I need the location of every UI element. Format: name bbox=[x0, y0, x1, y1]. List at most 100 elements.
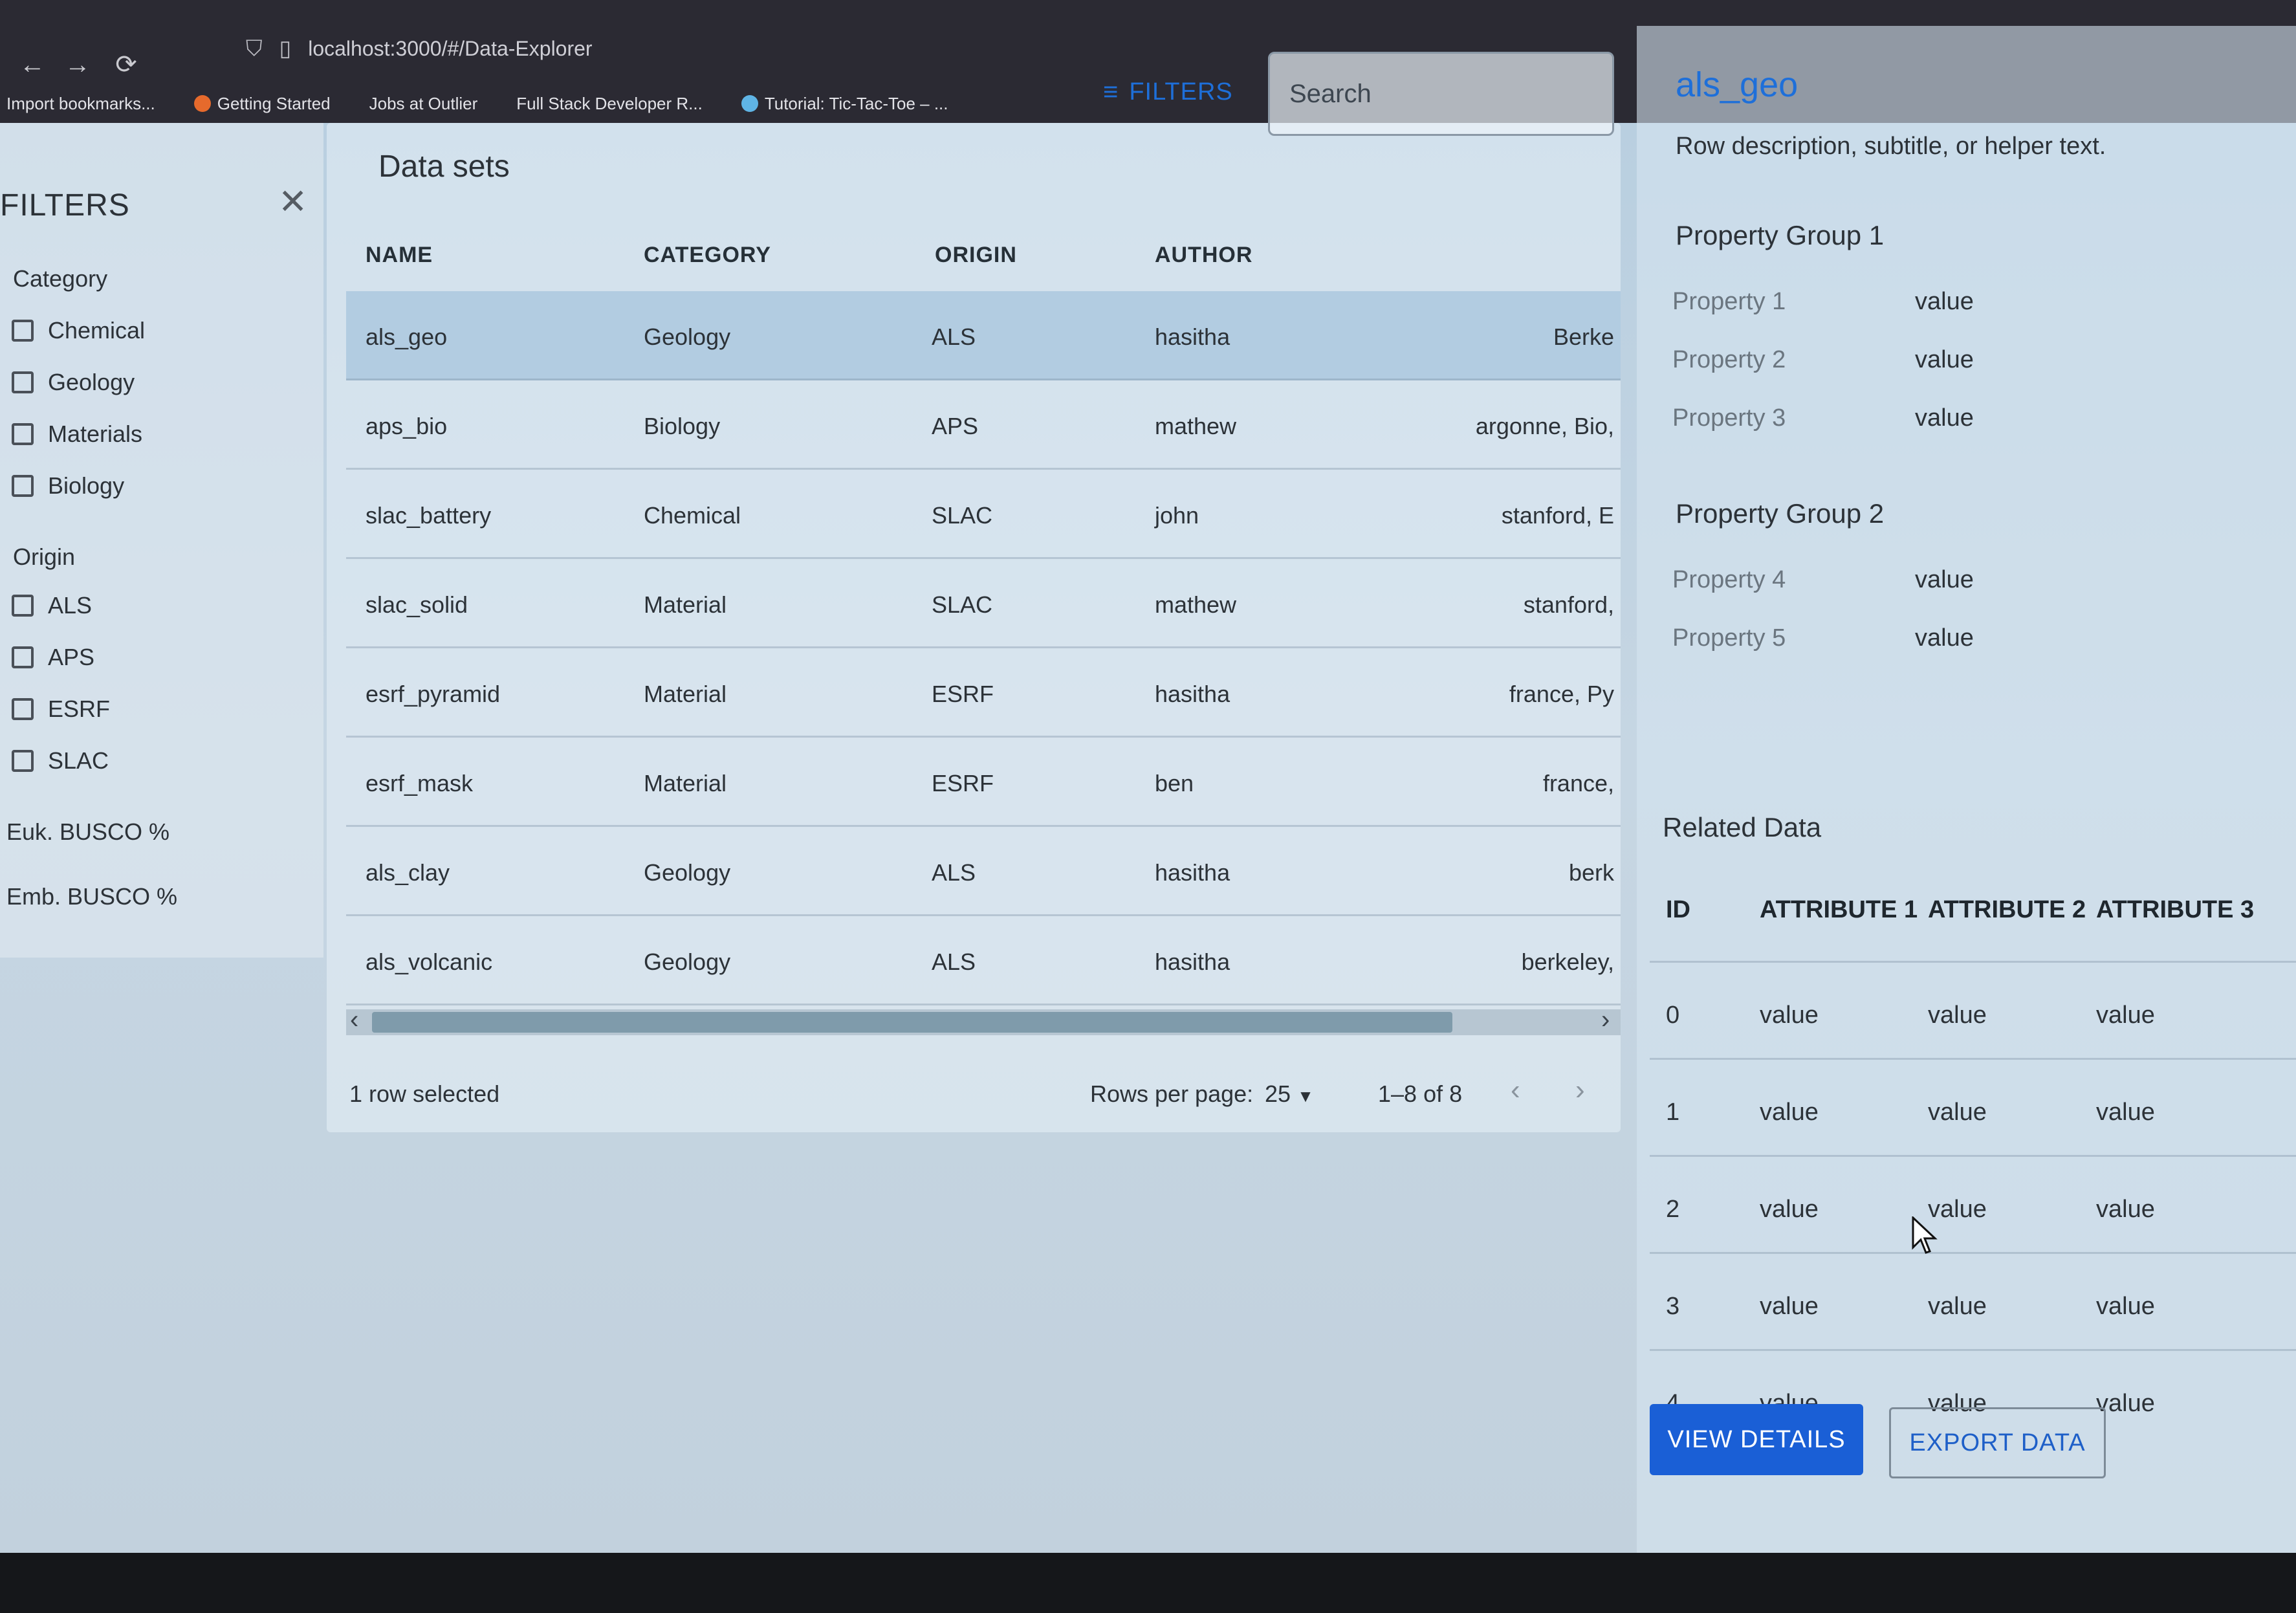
table-row[interactable]: aps_bio Biology APS mathew argonne, Bio, bbox=[346, 380, 1621, 470]
table-row[interactable]: esrf_mask Material ESRF ben france, bbox=[346, 738, 1621, 827]
table-row[interactable]: als_clay Geology ALS hasitha berk bbox=[346, 827, 1621, 916]
scroll-right-icon[interactable]: › bbox=[1601, 1005, 1610, 1035]
scrollbar-thumb[interactable] bbox=[372, 1012, 1452, 1033]
bookmark-label: Jobs at Outlier bbox=[369, 93, 478, 113]
cell-author: hasitha bbox=[1155, 324, 1230, 350]
url-text: localhost:3000/#/Data-Explorer bbox=[308, 36, 593, 60]
checkbox[interactable] bbox=[12, 750, 34, 772]
search-placeholder: Search bbox=[1289, 79, 1372, 108]
column-header-author[interactable]: AUTHOR bbox=[1155, 243, 1252, 268]
filter-emb-busco[interactable]: Emb. BUSCO % bbox=[6, 883, 177, 910]
forward-icon[interactable]: → bbox=[58, 45, 97, 84]
checkbox[interactable] bbox=[12, 423, 34, 445]
table-row[interactable]: slac_solid Material SLAC mathew stanford, bbox=[346, 559, 1621, 648]
cell-category: Material bbox=[644, 591, 727, 618]
filter-esrf[interactable]: ESRF bbox=[12, 696, 110, 723]
related-cell-attr1: value bbox=[1760, 1293, 1819, 1320]
cell-overflow: france, Py bbox=[1509, 681, 1614, 707]
column-header-category[interactable]: CATEGORY bbox=[644, 243, 771, 268]
property-group-2-title: Property Group 2 bbox=[1676, 498, 1885, 529]
detail-subtitle: Row description, subtitle, or helper tex… bbox=[1676, 133, 2106, 160]
related-row[interactable]: 3 value value value bbox=[1650, 1252, 2296, 1349]
filter-aps[interactable]: APS bbox=[12, 644, 94, 671]
cell-overflow: berkeley, bbox=[1521, 949, 1614, 975]
cell-category: Material bbox=[644, 770, 727, 796]
cell-author: mathew bbox=[1155, 413, 1237, 439]
cell-category: Chemical bbox=[644, 502, 741, 529]
address-bar[interactable]: ⛉ ▯ localhost:3000/#/Data-Explorer bbox=[246, 26, 1281, 71]
shield-icon: ⛉ bbox=[246, 36, 263, 61]
filter-als[interactable]: ALS bbox=[12, 592, 92, 619]
checkbox[interactable] bbox=[12, 646, 34, 668]
horizontal-scrollbar[interactable]: ‹ › bbox=[346, 1005, 1621, 1035]
checkbox[interactable] bbox=[12, 371, 34, 393]
checkbox[interactable] bbox=[12, 595, 34, 617]
related-row[interactable]: 1 value value value bbox=[1650, 1058, 2296, 1155]
property-label: Property 3 bbox=[1672, 404, 1786, 432]
cell-name: esrf_pyramid bbox=[366, 681, 501, 707]
table-row[interactable]: als_geo Geology ALS hasitha Berke bbox=[346, 291, 1621, 380]
checkbox[interactable] bbox=[12, 475, 34, 497]
filter-biology[interactable]: Biology bbox=[12, 472, 124, 499]
related-header-id: ID bbox=[1666, 896, 1690, 923]
cell-author: mathew bbox=[1155, 591, 1237, 618]
column-header-origin[interactable]: ORIGIN bbox=[935, 243, 1017, 268]
table-row[interactable]: esrf_pyramid Material ESRF hasitha france, P… bbox=[346, 648, 1621, 738]
reload-icon[interactable]: ⟳ bbox=[107, 45, 146, 84]
related-row[interactable]: 2 value value value bbox=[1650, 1155, 2296, 1252]
cell-overflow: stanford, E bbox=[1501, 502, 1614, 529]
cell-overflow: Berke bbox=[1553, 324, 1614, 350]
related-cell-id: 2 bbox=[1666, 1196, 1680, 1223]
back-icon[interactable]: ← bbox=[13, 45, 52, 84]
property-value: value bbox=[1915, 566, 1974, 593]
related-cell-attr1: value bbox=[1760, 1196, 1819, 1223]
view-details-button[interactable]: VIEW DETAILS bbox=[1650, 1404, 1863, 1475]
filter-chemical[interactable]: Chemical bbox=[12, 317, 145, 344]
property-value: value bbox=[1915, 624, 1974, 652]
bookmark-item[interactable]: Tutorial: Tic-Tac-Toe – ... bbox=[741, 94, 948, 114]
table-row[interactable]: als_volcanic Geology ALS hasitha berkeley, bbox=[346, 916, 1621, 1005]
search-input[interactable]: Search bbox=[1268, 52, 1614, 136]
related-header-attr1: ATTRIBUTE 1 bbox=[1760, 896, 1918, 923]
related-row[interactable]: 0 value value value bbox=[1650, 961, 2296, 1058]
related-cell-attr3: value bbox=[2096, 1002, 2155, 1029]
scroll-left-icon[interactable]: ‹ bbox=[350, 1005, 358, 1035]
filter-label: Chemical bbox=[48, 317, 146, 344]
bookmark-item[interactable]: Import bookmarks... bbox=[6, 94, 155, 114]
checkbox[interactable] bbox=[12, 698, 34, 720]
property-value: value bbox=[1915, 288, 1974, 315]
column-header-name[interactable]: NAME bbox=[366, 243, 433, 268]
filters-button[interactable]: ≡ FILTERS bbox=[1103, 78, 1233, 107]
detail-title: als_geo bbox=[1676, 65, 1799, 104]
filter-slac[interactable]: SLAC bbox=[12, 747, 109, 774]
filter-label: ALS bbox=[48, 592, 93, 619]
related-data-title: Related Data bbox=[1663, 812, 1822, 842]
related-cell-attr2: value bbox=[1928, 1002, 1987, 1029]
filter-geology[interactable]: Geology bbox=[12, 369, 135, 396]
datasets-card: Data sets ≡ FILTERS Search NAME CATEGORY… bbox=[327, 52, 1621, 1132]
dropdown-arrow-icon: ▼ bbox=[1297, 1086, 1314, 1106]
table-row[interactable]: slac_battery Chemical SLAC john stanford, E bbox=[346, 470, 1621, 559]
category-group-label: Category bbox=[13, 265, 108, 292]
mouse-cursor-icon bbox=[1912, 1216, 1938, 1254]
export-data-button[interactable]: EXPORT DATA bbox=[1889, 1407, 2106, 1478]
bookmark-label: Full Stack Developer R... bbox=[516, 93, 703, 113]
related-header-attr3: ATTRIBUTE 3 bbox=[2096, 896, 2255, 923]
filter-label: Biology bbox=[48, 472, 125, 499]
rows-per-page-select[interactable]: 25 ▼ bbox=[1265, 1081, 1314, 1108]
bookmark-item[interactable]: Getting Started bbox=[193, 94, 331, 114]
property-label: Property 5 bbox=[1672, 624, 1786, 652]
filter-materials[interactable]: Materials bbox=[12, 421, 142, 448]
property-label: Property 2 bbox=[1672, 346, 1786, 373]
selection-status: 1 row selected bbox=[349, 1081, 500, 1107]
close-icon[interactable]: ✕ bbox=[278, 181, 307, 222]
bookmark-item[interactable]: Jobs at Outlier bbox=[369, 94, 478, 114]
checkbox[interactable] bbox=[12, 320, 34, 342]
cell-origin: ESRF bbox=[932, 770, 994, 796]
rows-per-page-label: Rows per page: bbox=[1090, 1081, 1254, 1107]
filter-euk-busco[interactable]: Euk. BUSCO % bbox=[6, 818, 169, 846]
prev-page-icon[interactable]: ‹ bbox=[1511, 1074, 1520, 1106]
next-page-icon[interactable]: › bbox=[1575, 1074, 1585, 1106]
filters-button-label: FILTERS bbox=[1129, 78, 1233, 105]
bookmark-item[interactable]: Full Stack Developer R... bbox=[516, 94, 703, 114]
